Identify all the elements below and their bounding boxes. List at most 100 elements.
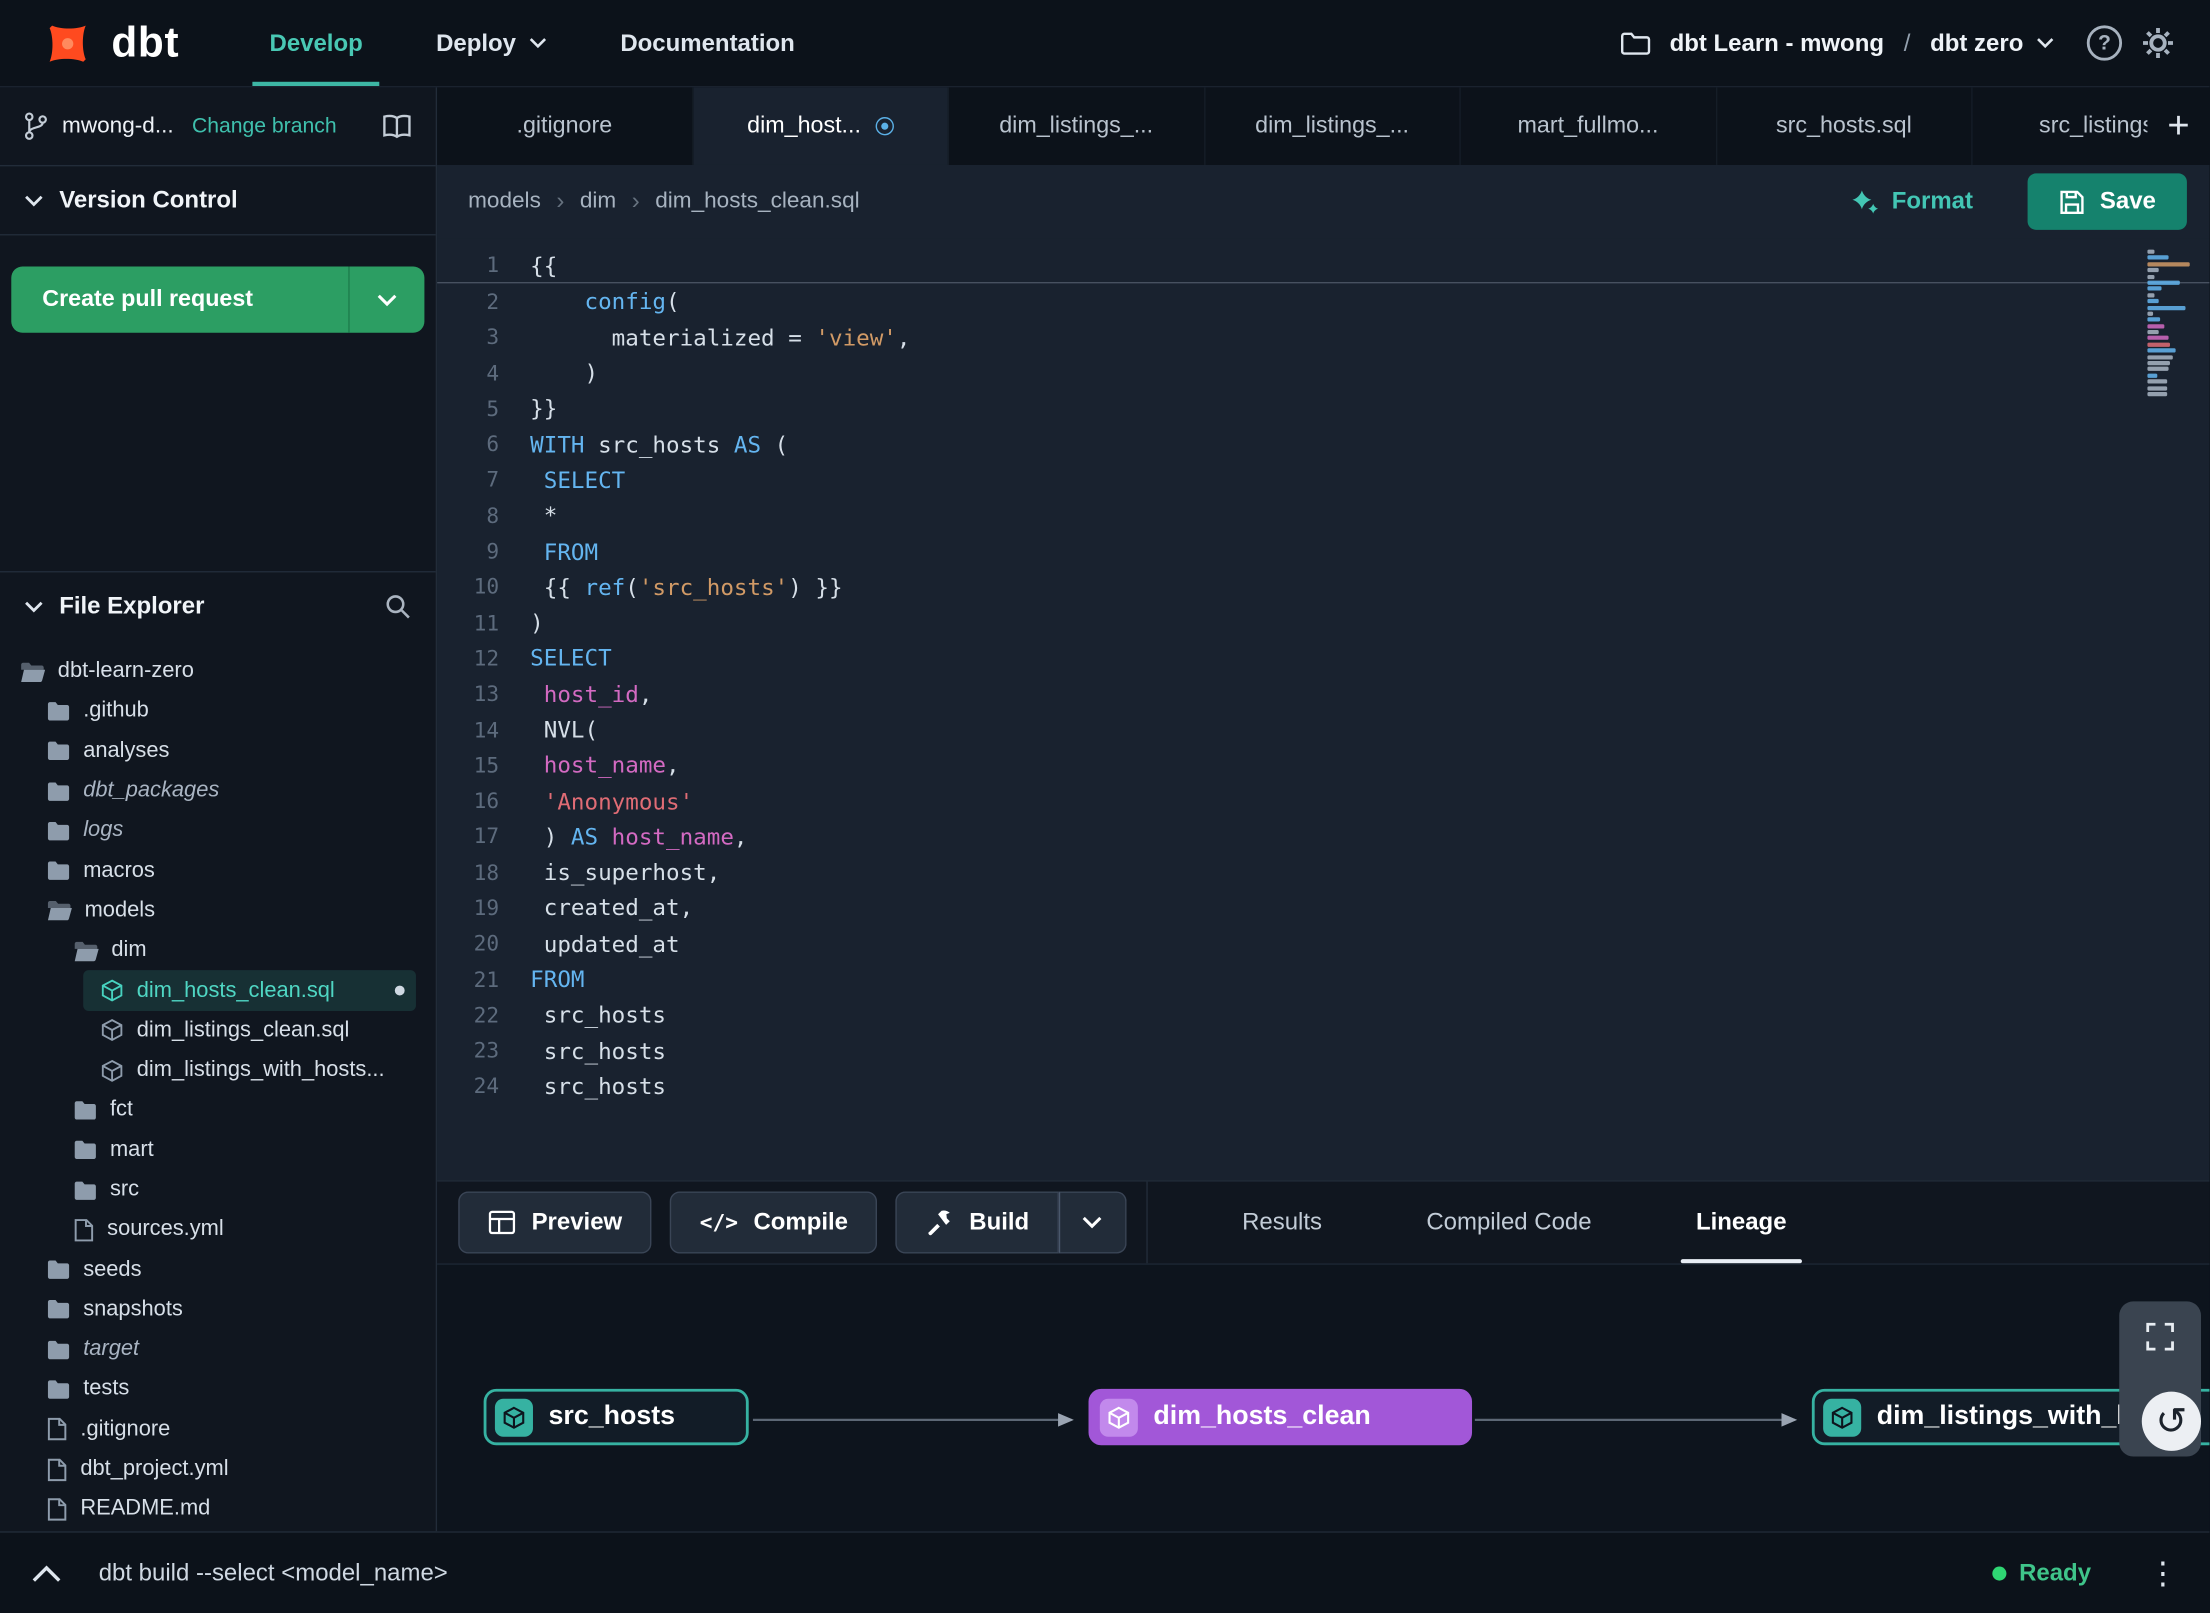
tree-item-mart[interactable]: mart	[0, 1130, 436, 1170]
lineage-node-src-hosts[interactable]: src_hosts	[483, 1388, 749, 1446]
preview-button[interactable]: Preview	[458, 1191, 652, 1254]
code-line-3[interactable]: 3 materialized = 'view',	[437, 319, 2209, 355]
project-selector[interactable]: dbt zero	[1930, 29, 2054, 57]
kebab-menu-icon[interactable]: ⋮	[2147, 1555, 2178, 1592]
minimap[interactable]	[2147, 249, 2195, 399]
tree-item-src[interactable]: src	[0, 1170, 436, 1210]
code-line-19[interactable]: 19 created_at,	[437, 890, 2209, 926]
nav-develop[interactable]: Develop	[233, 0, 400, 87]
tree-item-dbt_project.yml[interactable]: dbt_project.yml	[0, 1449, 436, 1489]
code-line-17[interactable]: 17 ) AS host_name,	[437, 819, 2209, 855]
gear-icon[interactable]	[2140, 25, 2175, 60]
tree-item-dim[interactable]: dim	[0, 931, 436, 971]
lineage-node-label: dim_hosts_clean	[1153, 1401, 1371, 1432]
format-button[interactable]: Format	[1851, 188, 1973, 216]
docs-book-button[interactable]	[381, 113, 413, 140]
code-line-16[interactable]: 16 'Anonymous'	[437, 783, 2209, 819]
tree-item-dbt-learn-zero[interactable]: dbt-learn-zero	[0, 651, 436, 691]
tree-item-dbt_packages[interactable]: dbt_packages	[0, 771, 436, 811]
tree-item-inner: analyses	[47, 731, 419, 771]
code-line-4[interactable]: 4 )	[437, 355, 2209, 391]
minimap-line	[2147, 342, 2170, 347]
help-icon[interactable]: ?	[2086, 25, 2123, 61]
tree-item-tests[interactable]: tests	[0, 1370, 436, 1410]
dbt-logo[interactable]: dbt	[0, 0, 233, 86]
tree-item-label: dbt-learn-zero	[57, 658, 194, 683]
code-line-6[interactable]: 6 WITH src_hosts AS (	[437, 427, 2209, 463]
code-line-11[interactable]: 11)	[437, 605, 2209, 641]
pull-request-dropdown-button[interactable]	[348, 266, 424, 333]
editor-tab-src_hosts.sql[interactable]: src_hosts.sql	[1717, 87, 1973, 165]
code-line-13[interactable]: 13 host_id,	[437, 676, 2209, 712]
tree-item-sources.yml[interactable]: sources.yml	[0, 1210, 436, 1250]
code-line-24[interactable]: 24 src_hosts	[437, 1069, 2209, 1105]
tab-results[interactable]: Results	[1190, 1182, 1374, 1264]
tree-item-.gitignore[interactable]: .gitignore	[0, 1409, 436, 1449]
code-line-21[interactable]: 21 FROM	[437, 962, 2209, 998]
fullscreen-button[interactable]	[2145, 1321, 2176, 1355]
code-line-9[interactable]: 9 FROM	[437, 534, 2209, 570]
tree-item-target[interactable]: target	[0, 1330, 436, 1370]
code-line-18[interactable]: 18 is_superhost,	[437, 855, 2209, 891]
tree-item-README.md[interactable]: README.md	[0, 1489, 436, 1529]
code-line-22[interactable]: 22 src_hosts	[437, 997, 2209, 1033]
code-text: WITH src_hosts AS (	[530, 430, 789, 458]
version-control-header[interactable]: Version Control	[0, 166, 436, 236]
tree-item-.github[interactable]: .github	[0, 691, 436, 731]
create-pull-request-button[interactable]: Create pull request	[11, 266, 425, 333]
tree-item-seeds[interactable]: seeds	[0, 1250, 436, 1290]
code-line-12[interactable]: 12 SELECT	[437, 641, 2209, 677]
tree-item-dim_listings_with_hosts...[interactable]: dim_listings_with_hosts...	[0, 1050, 436, 1090]
lineage-node-dim-hosts-clean[interactable]: dim_hosts_clean	[1088, 1388, 1473, 1446]
tree-item-macros[interactable]: macros	[0, 851, 436, 891]
line-number: 11	[473, 609, 500, 636]
tree-item-fct[interactable]: fct	[0, 1090, 436, 1130]
tab-compiled-code[interactable]: Compiled Code	[1374, 1182, 1644, 1264]
code-line-1[interactable]: 1 {{	[437, 248, 2210, 284]
nav-deploy[interactable]: Deploy	[399, 0, 583, 86]
book-icon	[383, 114, 411, 139]
reset-view-button[interactable]: ↺	[2141, 1391, 2202, 1451]
editor-tab-.gitignore[interactable]: .gitignore	[437, 87, 694, 165]
create-pull-request-label[interactable]: Create pull request	[11, 266, 348, 332]
code-line-5[interactable]: 5}}	[437, 391, 2209, 427]
nav-documentation[interactable]: Documentation	[584, 0, 832, 86]
compile-button[interactable]: </> Compile	[670, 1191, 878, 1254]
code-line-2[interactable]: 2 config(	[437, 284, 2209, 320]
tree-item-snapshots[interactable]: snapshots	[0, 1290, 436, 1330]
code-line-8[interactable]: 8 *	[437, 498, 2209, 534]
expand-command-bar-button[interactable]	[31, 1563, 62, 1583]
code-line-23[interactable]: 23 src_hosts	[437, 1033, 2209, 1069]
file-search-button[interactable]	[384, 592, 412, 620]
tree-item-logs[interactable]: logs	[0, 811, 436, 851]
save-button[interactable]: Save	[2027, 173, 2187, 230]
code-text: 'Anonymous'	[543, 787, 694, 815]
tree-item-analyses[interactable]: analyses	[0, 731, 436, 771]
minimap-line	[2147, 311, 2154, 316]
tab-lineage[interactable]: Lineage	[1644, 1182, 1839, 1264]
tree-item-dim_hosts_clean.sql[interactable]: dim_hosts_clean.sql	[0, 970, 436, 1011]
build-button[interactable]: Build	[895, 1191, 1059, 1254]
tree-item-dim_listings_clean.sql[interactable]: dim_listings_clean.sql	[0, 1011, 436, 1051]
editor-tab-dim_listings_...[interactable]: dim_listings_...	[949, 87, 1205, 165]
editor-tab-mart_fullmo...[interactable]: mart_fullmo...	[1461, 87, 1717, 165]
build-dropdown-button[interactable]	[1058, 1191, 1127, 1254]
new-tab-button[interactable]: +	[2147, 87, 2210, 165]
editor-tab-dim_host...[interactable]: dim_host...	[693, 87, 949, 165]
code-line-7[interactable]: 7 SELECT	[437, 462, 2209, 498]
editor-tab-dim_listings_...[interactable]: dim_listings_...	[1205, 87, 1461, 165]
code-editor[interactable]: 1{{2 config(3 materialized = 'view', 4 ) 5…	[437, 238, 2210, 1181]
breadcrumb-dim[interactable]: dim	[580, 189, 616, 214]
line-number: 8	[486, 502, 500, 529]
breadcrumb-models[interactable]: models	[468, 189, 541, 214]
tree-item-models[interactable]: models	[0, 891, 436, 931]
file-explorer-header[interactable]: File Explorer	[0, 571, 436, 640]
command-input[interactable]: dbt build --select <model_name>	[99, 1559, 448, 1587]
code-line-20[interactable]: 20 updated_at	[437, 926, 2209, 962]
code-line-14[interactable]: 14 NVL(	[437, 712, 2209, 748]
code-line-15[interactable]: 15 host_name,	[437, 748, 2209, 784]
stage: dbt Develop Deploy Documentation dbt Lea…	[0, 0, 2210, 1613]
change-branch-link[interactable]: Change branch	[192, 114, 337, 138]
compile-label: Compile	[753, 1208, 849, 1236]
code-line-10[interactable]: 10 {{ ref('src_hosts') }}	[437, 569, 2209, 605]
